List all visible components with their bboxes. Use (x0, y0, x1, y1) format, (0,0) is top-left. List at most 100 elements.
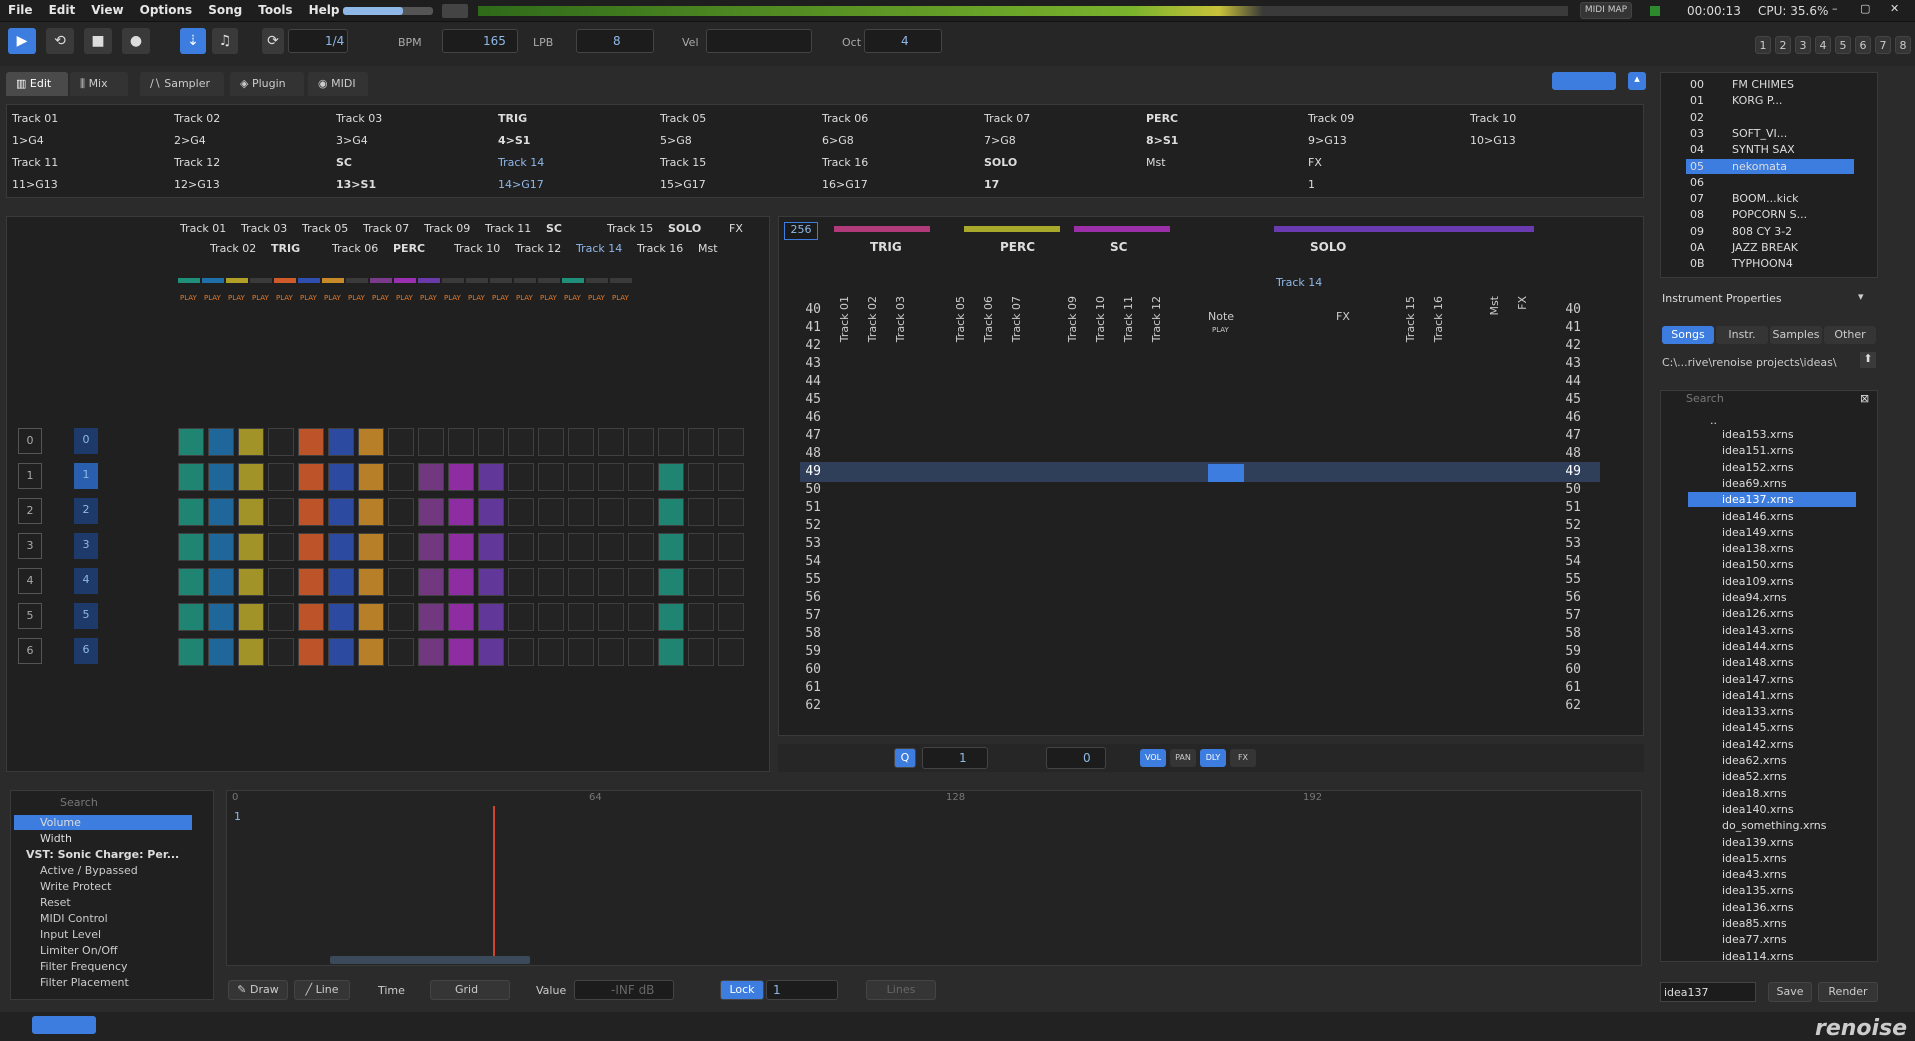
matrix-track-header[interactable]: PERC (393, 242, 425, 255)
matrix-slot[interactable] (298, 463, 324, 491)
matrix-slot[interactable] (388, 533, 414, 561)
automation-param[interactable]: Limiter On/Off (40, 944, 118, 957)
matrix-slot[interactable] (388, 638, 414, 666)
matrix-slot[interactable] (628, 638, 654, 666)
follow-button[interactable]: ⇣ (180, 28, 206, 54)
matrix-slot[interactable] (538, 463, 564, 491)
pattern-lines-field[interactable]: 256 (784, 222, 818, 240)
tab-edit[interactable]: ▥ Edit (6, 72, 68, 96)
matrix-slot[interactable] (568, 463, 594, 491)
pattern-track-header[interactable]: Track 15 (1404, 296, 1417, 342)
matrix-slot[interactable] (238, 533, 264, 561)
file-item[interactable]: idea138.xrns (1722, 542, 1794, 555)
matrix-row-number[interactable]: 6 (18, 638, 42, 664)
file-item[interactable]: idea141.xrns (1722, 689, 1794, 702)
matrix-sequence-number[interactable]: 4 (74, 568, 98, 594)
matrix-slot[interactable] (238, 498, 264, 526)
matrix-slot[interactable] (298, 568, 324, 596)
menu-tools[interactable]: Tools (250, 0, 300, 20)
matrix-slot[interactable] (388, 498, 414, 526)
matrix-slot[interactable] (238, 603, 264, 631)
matrix-slot[interactable] (208, 463, 234, 491)
metronome-button[interactable]: ♫ (212, 28, 238, 54)
layout-preset-8[interactable]: 8 (1895, 36, 1911, 54)
file-item[interactable]: idea140.xrns (1722, 803, 1794, 816)
automation-param[interactable]: Active / Bypassed (40, 864, 138, 877)
matrix-track-header[interactable]: Track 06 (332, 242, 378, 255)
menu-file[interactable]: File (0, 0, 41, 20)
matrix-sequence-number[interactable]: 5 (74, 603, 98, 629)
file-item[interactable]: idea15.xrns (1722, 852, 1787, 865)
matrix-slot[interactable] (208, 603, 234, 631)
matrix-slot[interactable] (718, 428, 744, 456)
tab-sampler[interactable]: ∕∖ Sampler (140, 72, 224, 96)
matrix-slot[interactable] (688, 533, 714, 561)
file-item[interactable]: idea18.xrns (1722, 787, 1787, 800)
matrix-slot[interactable] (448, 603, 474, 631)
matrix-slot[interactable] (388, 568, 414, 596)
sequencer-track-name[interactable]: Track 01 (12, 112, 58, 125)
matrix-slot[interactable] (598, 603, 624, 631)
group-name[interactable]: TRIG (870, 240, 902, 254)
instrument-name[interactable]: SOFT_VI... (1732, 127, 1787, 140)
file-item[interactable]: idea136.xrns (1722, 901, 1794, 914)
matrix-slot[interactable] (628, 463, 654, 491)
matrix-slot[interactable] (688, 463, 714, 491)
file-item[interactable]: idea147.xrns (1722, 673, 1794, 686)
file-item[interactable]: idea152.xrns (1722, 461, 1794, 474)
menu-song[interactable]: Song (200, 0, 250, 20)
matrix-slot[interactable] (388, 463, 414, 491)
file-item[interactable]: idea77.xrns (1722, 933, 1787, 946)
matrix-track-header[interactable]: Track 02 (210, 242, 256, 255)
sequencer-track-name[interactable]: PERC (1146, 112, 1178, 125)
matrix-slot[interactable] (658, 568, 684, 596)
instrument-name[interactable]: nekomata (1732, 160, 1787, 173)
upper-view-toggle[interactable]: ▴ (1628, 72, 1646, 90)
pattern-track-header[interactable]: Track 16 (1432, 296, 1445, 342)
matrix-slot[interactable] (328, 533, 354, 561)
matrix-sequence-number[interactable]: 6 (74, 638, 98, 664)
matrix-slot[interactable] (418, 638, 444, 666)
sequencer-track-name[interactable]: Track 02 (174, 112, 220, 125)
matrix-track-header[interactable]: Track 16 (637, 242, 683, 255)
sequencer-track-name[interactable]: Track 14 (498, 156, 544, 169)
parent-folder-item[interactable]: .. (1710, 414, 1717, 427)
block-loop-button[interactable]: ⟳ (262, 28, 284, 54)
matrix-slot[interactable] (568, 603, 594, 631)
matrix-slot[interactable] (358, 463, 384, 491)
draw-button[interactable]: ✎ Draw (228, 980, 288, 1000)
pattern-track-header[interactable]: Track 11 (1122, 296, 1135, 342)
matrix-slot[interactable] (268, 568, 294, 596)
restore-icon[interactable]: ▢ (1860, 2, 1870, 15)
matrix-track-header[interactable]: Track 10 (454, 242, 500, 255)
matrix-slot[interactable] (658, 428, 684, 456)
instrument-name[interactable]: TYPHOON4 (1732, 257, 1793, 270)
matrix-sequence-number[interactable]: 3 (74, 533, 98, 559)
matrix-slot[interactable] (298, 603, 324, 631)
sequencer-track-name[interactable]: Track 15 (660, 156, 706, 169)
matrix-slot[interactable] (688, 638, 714, 666)
file-item[interactable]: idea52.xrns (1722, 770, 1787, 783)
matrix-slot[interactable] (478, 533, 504, 561)
matrix-slot[interactable] (178, 428, 204, 456)
pattern-track-header[interactable]: Track 01 (838, 296, 851, 342)
matrix-slot[interactable] (418, 463, 444, 491)
menu-options[interactable]: Options (132, 0, 201, 20)
matrix-slot[interactable] (478, 428, 504, 456)
instrument-id[interactable]: 04 (1690, 143, 1704, 156)
matrix-slot[interactable] (328, 498, 354, 526)
matrix-slot[interactable] (448, 498, 474, 526)
matrix-track-header[interactable]: Track 05 (302, 222, 348, 235)
file-item[interactable]: idea151.xrns (1722, 444, 1794, 457)
pattern-track-header[interactable]: Track 07 (1010, 296, 1023, 342)
file-item[interactable]: idea85.xrns (1722, 917, 1787, 930)
matrix-slot[interactable] (358, 638, 384, 666)
instrument-id[interactable]: 02 (1690, 111, 1704, 124)
search-clear-icon[interactable]: ⊠ (1860, 392, 1869, 405)
file-item[interactable]: idea139.xrns (1722, 836, 1794, 849)
plugin-group[interactable]: VST: Sonic Charge: Per... (26, 848, 179, 861)
matrix-slot[interactable] (298, 638, 324, 666)
pattern-track-header[interactable]: Mst (1488, 296, 1501, 316)
file-item[interactable]: idea150.xrns (1722, 558, 1794, 571)
matrix-slot[interactable] (268, 638, 294, 666)
